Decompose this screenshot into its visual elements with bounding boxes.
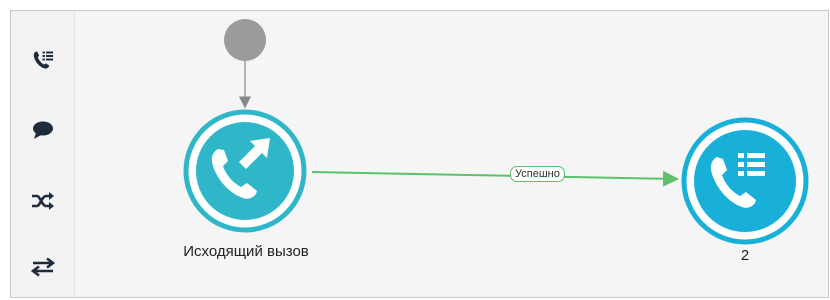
shuffle-icon (31, 191, 55, 211)
tool-random[interactable] (23, 181, 63, 221)
node-label-call-list-2: 2 (740, 247, 750, 264)
flow-editor: Успешно Исходящий вызов 2 (10, 10, 829, 298)
flow-canvas[interactable]: Успешно Исходящий вызов 2 (75, 11, 828, 297)
node-call-list-2[interactable] (681, 117, 809, 245)
node-label-outgoing-call: Исходящий вызов (183, 243, 309, 260)
tool-call-list[interactable] (23, 40, 63, 80)
tool-message[interactable] (23, 110, 63, 150)
tool-sidebar (11, 11, 75, 297)
chat-bubble-icon (32, 120, 54, 140)
call-list-icon (32, 50, 54, 70)
edge-label-success: Успешно (510, 166, 565, 182)
transfer-arrows-icon (31, 257, 55, 277)
start-node-dot[interactable] (224, 19, 266, 61)
edge-success[interactable] (311, 170, 679, 187)
tool-transfer[interactable] (23, 247, 63, 287)
node-outgoing-call[interactable] (183, 109, 307, 233)
